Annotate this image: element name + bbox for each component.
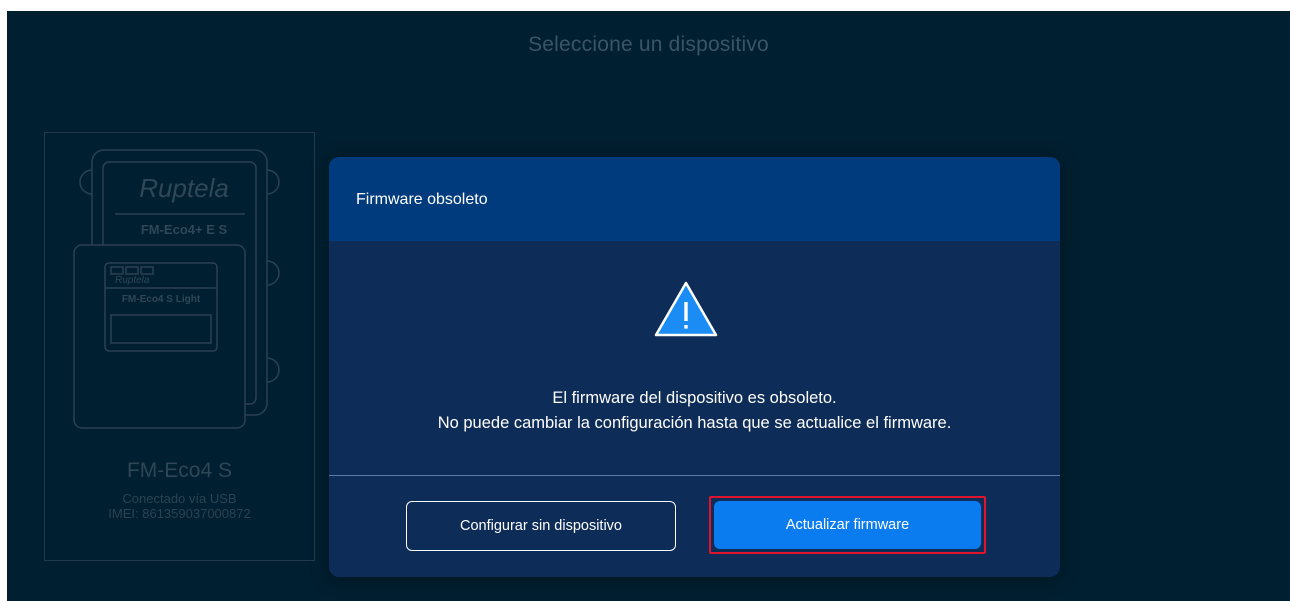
dialog-divider [329,475,1060,476]
firmware-outdated-dialog: Firmware obsoleto El firmware del dispos… [329,157,1060,577]
page-title: Seleccione un dispositivo [528,33,769,56]
app-window: Seleccione un dispositivo Ruptela FM-Eco… [7,11,1290,601]
device-art-brand: Ruptela [139,173,229,203]
dialog-message-line-2: No puede cambiar la configuración hasta … [437,414,952,432]
device-art-brand-small: Ruptela [115,275,150,286]
device-art-model-back: FM-Eco4+ E S [141,222,228,237]
device-connection: Conectado vía USB [122,491,237,506]
dialog-header: Firmware obsoleto [329,157,1060,241]
device-card[interactable]: Ruptela FM-Eco4+ E S Ruptela FM-Eco4 S L… [44,132,315,561]
dialog-title: Firmware obsoleto [356,191,488,208]
update-firmware-button[interactable]: Actualizar firmware [714,501,981,549]
device-art-model-front: FM-Eco4 S Light [122,294,201,305]
configure-without-device-button[interactable]: Configurar sin dispositivo [406,501,676,551]
device-illustration-icon: Ruptela FM-Eco4+ E S Ruptela FM-Eco4 S L… [73,149,280,429]
dialog-message-line-1: El firmware del dispositivo es obsoleto. [552,389,837,407]
device-imei: IMEI: 861359037000872 [108,506,251,521]
dialog-message: El firmware del dispositivo es obsoleto.… [329,386,1060,436]
device-name: FM-Eco4 S [126,459,233,482]
warning-triangle-icon [654,281,718,337]
